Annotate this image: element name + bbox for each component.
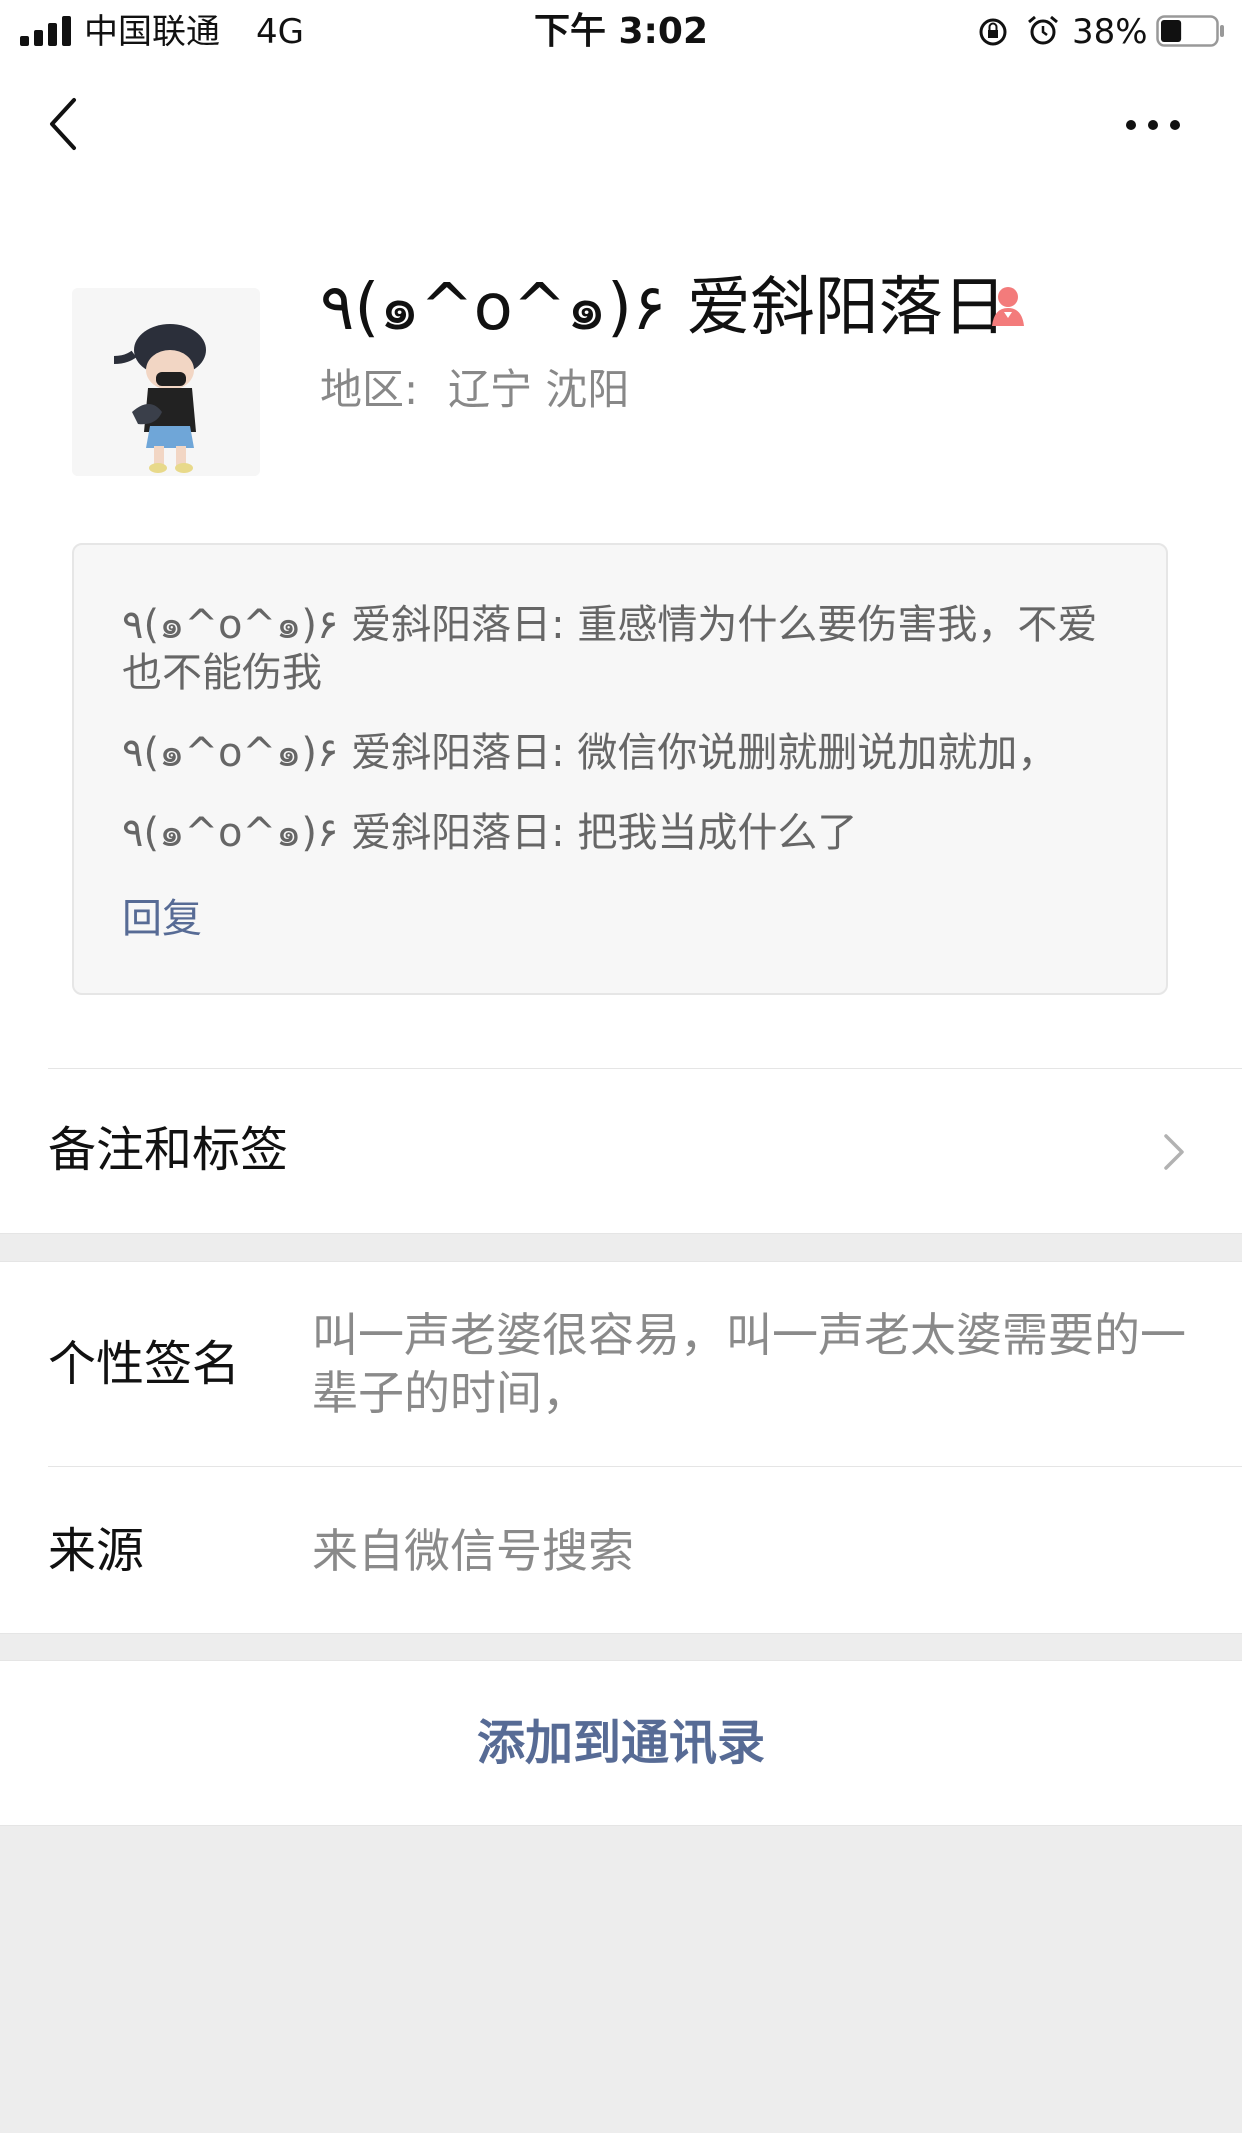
avatar-image — [72, 288, 260, 476]
status-bar: 中国联通 4G 下午 3:02 38% — [0, 0, 1242, 64]
chevron-right-icon — [1164, 1134, 1184, 1170]
region-value: 辽宁 沈阳 — [448, 365, 630, 414]
more-options-button[interactable] — [1122, 108, 1184, 142]
remarks-and-tags-label: 备注和标签 — [48, 1122, 289, 1178]
divider — [0, 1233, 1242, 1234]
message-item: ٩(๑^o^๑)۶ 爱斜阳落日: 重感情为什么要伤害我，不爱也不能伤我 — [122, 602, 1098, 696]
divider — [0, 1633, 1242, 1634]
divider — [48, 1466, 1242, 1467]
source-label: 来源 — [48, 1523, 145, 1579]
message-item: ٩(๑^o^๑)۶ 爱斜阳落日: 微信你说删就删说加就加， — [122, 730, 1058, 776]
signature-label: 个性签名 — [48, 1336, 241, 1392]
battery-percent: 38% — [1072, 12, 1148, 52]
greeting-messages-card: ٩(๑^o^๑)۶ 爱斜阳落日: 重感情为什么要伤害我，不爱也不能伤我 ٩(๑^… — [72, 543, 1168, 995]
signature-value: 叫一声老婆很容易，叫一声老太婆需要的一辈子的时间， — [312, 1308, 1186, 1420]
female-icon — [992, 287, 1024, 326]
battery-icon — [1156, 15, 1224, 47]
section-gap — [0, 1233, 1242, 1261]
add-to-contacts-button[interactable]: 添加到通讯录 — [0, 1661, 1242, 1825]
back-button[interactable] — [38, 92, 92, 156]
source-value: 来自微信号搜索 — [312, 1524, 634, 1578]
region-label: 地区: — [320, 365, 419, 414]
reply-link[interactable]: 回复 — [122, 895, 202, 943]
avatar[interactable] — [72, 288, 260, 476]
add-to-contacts-label: 添加到通讯录 — [476, 1715, 765, 1771]
divider — [0, 1261, 1242, 1262]
alarm-icon — [1028, 15, 1058, 45]
divider — [0, 1825, 1242, 1826]
message-item: ٩(๑^o^๑)۶ 爱斜阳落日: 把我当成什么了 — [122, 810, 858, 856]
nickname: ٩(๑^o^๑)۶ 爱斜阳落日 — [320, 271, 1007, 345]
remarks-and-tags-row[interactable]: 备注和标签 — [0, 1069, 1242, 1233]
rotation-lock-icon — [979, 18, 1007, 46]
